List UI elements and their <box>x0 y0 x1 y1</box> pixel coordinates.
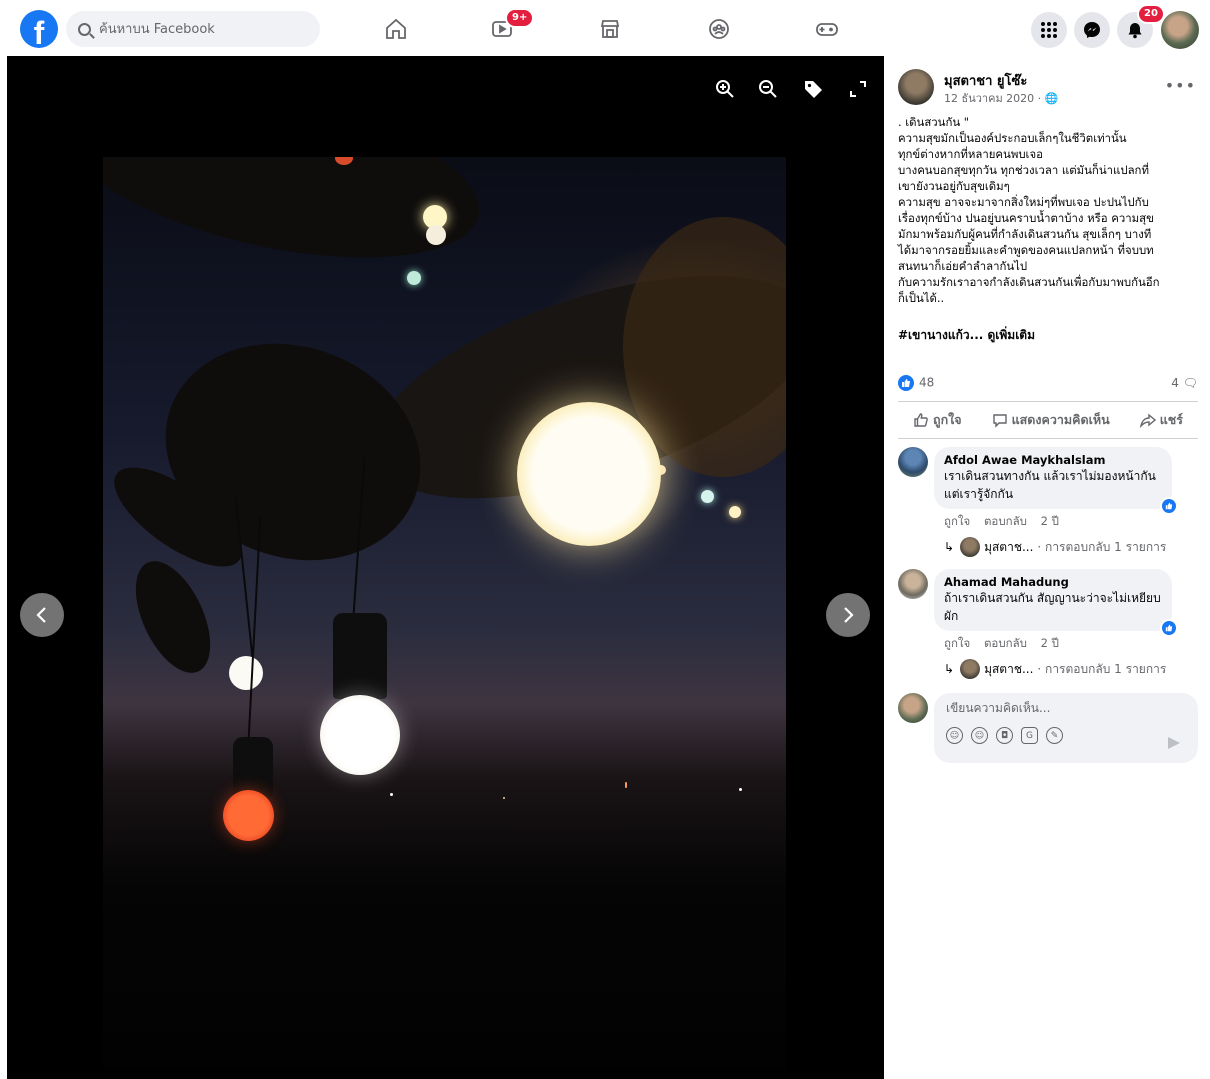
camera-icon[interactable]: ◘ <box>996 727 1013 744</box>
post-text: . เดินสวนกัน " ความสุขมักเป็นองค์ประกอบเ… <box>898 115 1160 305</box>
comment-like-reaction-icon[interactable] <box>1160 619 1178 637</box>
reply-count: · การตอบกลับ 1 รายการ <box>1037 539 1167 554</box>
watch-icon[interactable]: 9+ <box>487 8 535 44</box>
share-button[interactable]: แชร์ <box>1139 410 1183 430</box>
post-header: มุสตาชา ยูโซ๊ะ 12 ธันวาคม 2020 · 🌐 ••• <box>898 56 1198 114</box>
commenter-avatar[interactable] <box>898 569 928 599</box>
comment-composer: ☺ ☺ ◘ G ✎ <box>898 693 1198 763</box>
comment-button-label: แสดงความคิดเห็น <box>1011 412 1110 427</box>
like-button-label: ถูกใจ <box>933 412 962 427</box>
share-icon <box>1139 413 1156 428</box>
notifications-badge: 20 <box>1137 4 1165 24</box>
post-actions: ถูกใจ แสดงความคิดเห็น แชร์ <box>898 401 1198 439</box>
comment-text: เราเดินสวนทางกัน แล้วเราไม่มองหน้ากัน แต… <box>944 469 1156 501</box>
previous-photo-button[interactable] <box>20 593 64 637</box>
view-replies-link[interactable]: ↳ มุสตาช... · การตอบกลับ 1 รายการ <box>944 659 1198 679</box>
menu-grid-icon <box>1041 22 1057 38</box>
reactions-bar: 48 4 🗨 <box>898 373 1198 393</box>
sticker-icon[interactable]: ✎ <box>1046 727 1063 744</box>
next-photo-button[interactable] <box>826 593 870 637</box>
comment-button[interactable]: แสดงความคิดเห็น <box>992 410 1110 430</box>
home-icon[interactable] <box>381 14 411 44</box>
avatar-sticker-icon[interactable]: ☺ <box>946 727 963 744</box>
groups-icon[interactable] <box>704 14 734 44</box>
notifications-button[interactable]: 20 <box>1117 4 1165 48</box>
chevron-right-icon <box>844 607 854 623</box>
search-input[interactable] <box>99 21 299 37</box>
commenter-name[interactable]: Ahamad Mahadung <box>944 575 1162 589</box>
menu-grid-button[interactable] <box>1031 12 1067 48</box>
comment-bubble-icon: 🗨 <box>1182 376 1198 390</box>
author-name[interactable]: มุสตาชา ยูโซ๊ะ <box>944 70 1027 91</box>
zoom-out-icon[interactable] <box>755 76 781 102</box>
profile-avatar[interactable] <box>1161 11 1199 49</box>
post-date-text: 12 ธันวาคม 2020 · <box>944 92 1045 105</box>
globe-icon: 🌐 <box>1044 92 1059 105</box>
bell-icon <box>1128 23 1142 39</box>
comment-time[interactable]: 2 ปี <box>1041 636 1059 650</box>
zoom-in-icon[interactable] <box>712 76 738 102</box>
comment-text: ถ้าเราเดินสวนกัน สัญญานะว่าจะไม่เหยียบผั… <box>944 591 1161 623</box>
commenter-name[interactable]: Afdol Awae Maykhalslam <box>944 453 1162 467</box>
commenter-avatar[interactable] <box>898 447 928 477</box>
like-count-text: 48 <box>919 375 935 390</box>
view-replies-link[interactable]: ↳ มุสตาช... · การตอบกลับ 1 รายการ <box>944 537 1198 557</box>
reply-author: มุสตาช... <box>984 539 1034 554</box>
like-button[interactable]: ถูกใจ <box>913 410 962 430</box>
facebook-logo[interactable]: f <box>20 10 58 48</box>
comment-icon <box>992 414 1007 428</box>
comment-item: Afdol Awae Maykhalslam เราเดินสวนทางกัน … <box>898 447 1198 557</box>
post-hashtag-see-more[interactable]: #เขานางแก้ว... ดูเพิ่มเติม <box>898 326 1198 345</box>
post-side-panel: มุสตาชา ยูโซ๊ะ 12 ธันวาคม 2020 · 🌐 ••• .… <box>884 56 1210 1079</box>
like-reaction-icon <box>898 375 914 391</box>
comment-input[interactable] <box>946 701 1146 715</box>
comment-meta: ถูกใจ ตอบกลับ 2 ปี <box>944 635 1198 653</box>
my-avatar[interactable] <box>898 693 928 723</box>
reply-author-avatar <box>960 537 981 557</box>
like-count[interactable]: 48 <box>898 375 934 391</box>
messenger-button[interactable] <box>1074 12 1110 48</box>
reply-count: · การตอบกลับ 1 รายการ <box>1037 661 1167 676</box>
comment-count[interactable]: 4 🗨 <box>1171 376 1198 390</box>
expand-icon[interactable] <box>845 76 871 102</box>
top-navigation-bar: f 9+ <box>0 0 1210 56</box>
marketplace-icon[interactable] <box>595 14 625 44</box>
comment-like-link[interactable]: ถูกใจ <box>944 636 970 650</box>
watch-badge: 9+ <box>505 8 535 28</box>
post-photo <box>103 157 786 1069</box>
comment-reply-link[interactable]: ตอบกลับ <box>984 636 1027 650</box>
more-options-icon[interactable]: ••• <box>1165 76 1196 95</box>
comment-reply-link[interactable]: ตอบกลับ <box>984 514 1027 528</box>
chevron-left-icon <box>36 607 46 623</box>
reply-author-avatar <box>960 659 981 679</box>
tag-icon[interactable] <box>800 76 826 102</box>
comment-like-link[interactable]: ถูกใจ <box>944 514 970 528</box>
reply-arrow-icon: ↳ <box>944 662 955 676</box>
search-icon <box>78 22 91 36</box>
comment-input-box[interactable]: ☺ ☺ ◘ G ✎ <box>934 693 1198 763</box>
comment-item: Ahamad Mahadung ถ้าเราเดินสวนกัน สัญญานะ… <box>898 569 1198 679</box>
composer-tools: ☺ ☺ ◘ G ✎ <box>946 727 1186 744</box>
comment-bubble: Ahamad Mahadung ถ้าเราเดินสวนกัน สัญญานะ… <box>934 569 1178 637</box>
messenger-icon <box>1084 22 1100 38</box>
gif-icon[interactable]: G <box>1021 727 1038 744</box>
search-box[interactable] <box>66 11 320 47</box>
author-avatar[interactable] <box>898 69 934 105</box>
emoji-icon[interactable]: ☺ <box>971 727 988 744</box>
comment-bubble: Afdol Awae Maykhalslam เราเดินสวนทางกัน … <box>934 447 1178 515</box>
reply-arrow-icon: ↳ <box>944 540 955 554</box>
share-button-label: แชร์ <box>1159 412 1183 427</box>
reply-author: มุสตาช... <box>984 661 1034 676</box>
thumb-up-icon <box>914 413 928 427</box>
comment-count-text: 4 <box>1171 376 1179 390</box>
gaming-icon[interactable] <box>812 14 842 44</box>
send-icon[interactable] <box>1168 737 1180 749</box>
comment-meta: ถูกใจ ตอบกลับ 2 ปี <box>944 513 1198 531</box>
comment-like-reaction-icon[interactable] <box>1160 497 1178 515</box>
post-date[interactable]: 12 ธันวาคม 2020 · 🌐 <box>944 89 1058 107</box>
photo-viewer <box>7 56 884 1079</box>
comment-time[interactable]: 2 ปี <box>1041 514 1059 528</box>
